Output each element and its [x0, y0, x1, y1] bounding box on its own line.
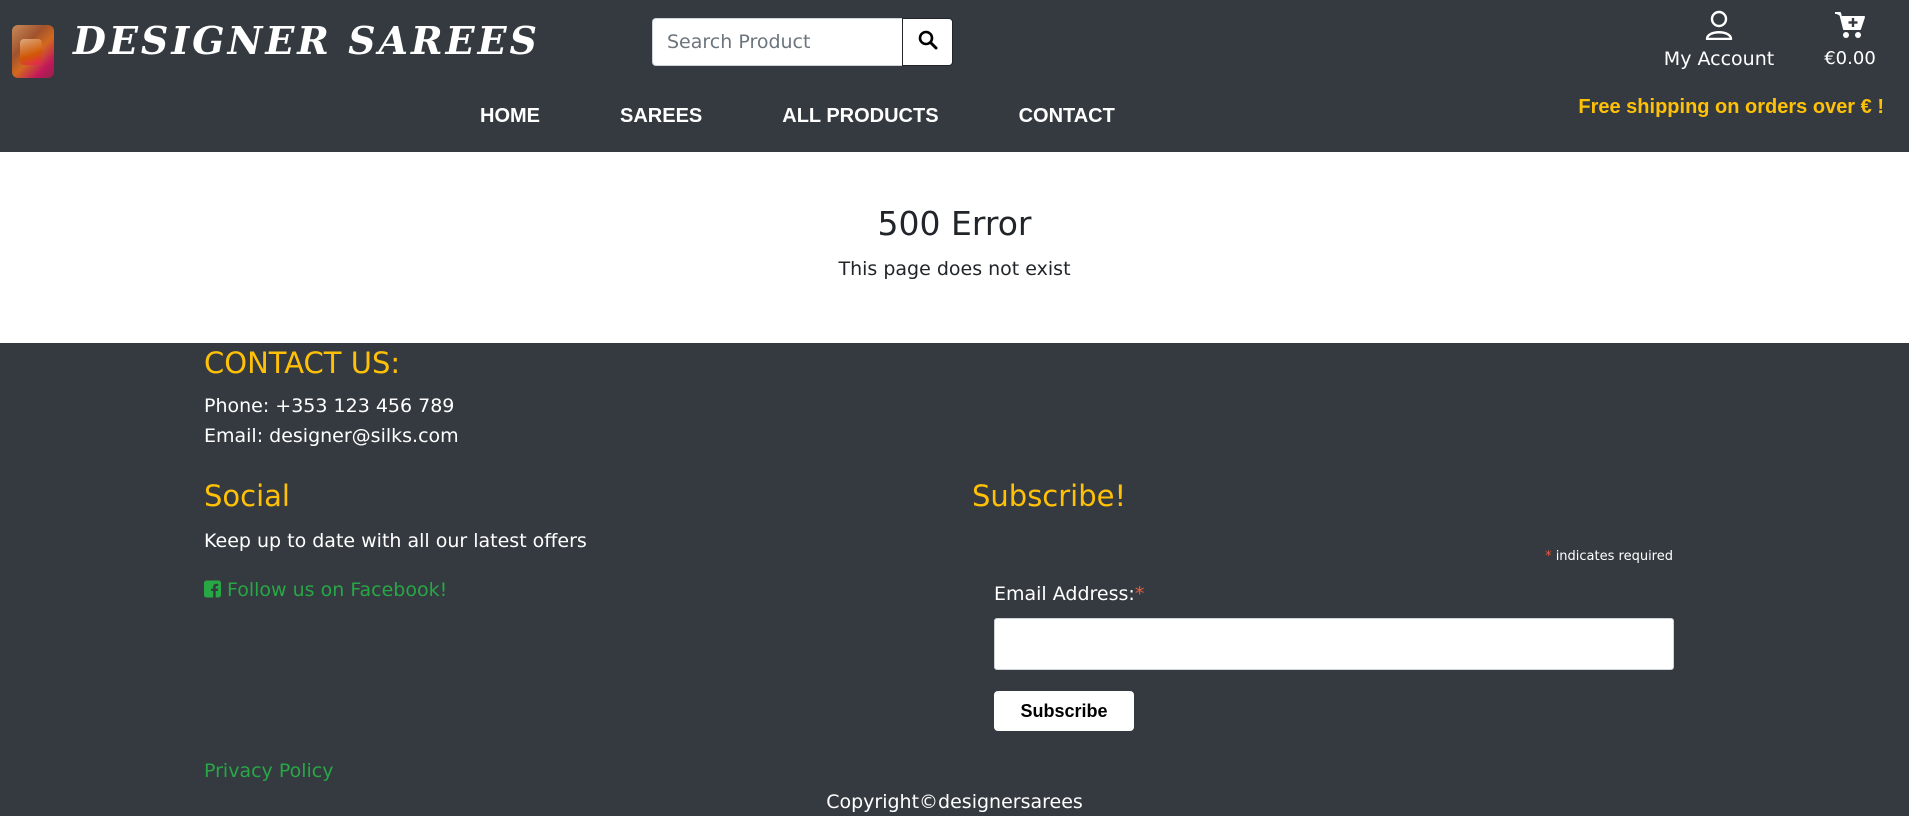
brand-name[interactable]: DESIGNER SAREES [73, 18, 540, 63]
error-message: This page does not exist [838, 258, 1071, 280]
email-field[interactable] [994, 618, 1674, 670]
search-button[interactable] [902, 18, 953, 66]
social-heading: Social [204, 479, 290, 513]
subscribe-heading: Subscribe! [972, 479, 1127, 513]
required-note-text: indicates required [1551, 549, 1673, 564]
error-title: 500 Error [877, 204, 1032, 243]
my-account-label: My Account [1663, 48, 1775, 70]
site-header: DESIGNER SAREES My Account €0.00 HOME SA… [0, 0, 1909, 152]
my-account-link[interactable]: My Account [1660, 10, 1778, 70]
user-icon [1705, 10, 1733, 44]
error-section: 500 Error This page does not exist [0, 152, 1909, 343]
cart-plus-icon [1834, 12, 1866, 44]
subscribe-button[interactable]: Subscribe [994, 691, 1134, 731]
facebook-link[interactable]: Follow us on Facebook! [204, 579, 447, 603]
nav-contact[interactable]: CONTACT [979, 105, 1155, 128]
privacy-policy-link[interactable]: Privacy Policy [204, 760, 333, 782]
email-label-text: Email Address: [994, 583, 1135, 605]
email-label: Email Address:* [994, 583, 1144, 605]
cart-total: €0.00 [1824, 48, 1876, 69]
site-footer: CONTACT US: Phone: +353 123 456 789 Emai… [0, 343, 1909, 816]
shipping-banner: Free shipping on orders over € ! [1578, 96, 1884, 118]
logo-image[interactable] [12, 25, 54, 78]
facebook-square-icon [204, 580, 221, 603]
contact-email: Email: designer@silks.com [204, 425, 459, 447]
nav-sarees[interactable]: SAREES [580, 105, 742, 128]
email-required-asterisk: * [1134, 583, 1145, 605]
nav-home[interactable]: HOME [440, 105, 580, 128]
facebook-link-label: Follow us on Facebook! [227, 579, 448, 601]
required-note: * indicates required [1545, 549, 1673, 564]
search-icon [918, 30, 938, 54]
search-input[interactable] [652, 18, 902, 66]
main-nav: HOME SAREES ALL PRODUCTS CONTACT [440, 105, 1155, 128]
search-form [652, 18, 953, 66]
cart-link[interactable]: €0.00 [1818, 10, 1882, 69]
contact-heading: CONTACT US: [204, 346, 401, 380]
nav-all-products[interactable]: ALL PRODUCTS [742, 105, 978, 128]
social-text: Keep up to date with all our latest offe… [204, 530, 587, 552]
contact-phone: Phone: +353 123 456 789 [204, 395, 455, 417]
copyright: Copyright©designersarees [826, 791, 1083, 813]
